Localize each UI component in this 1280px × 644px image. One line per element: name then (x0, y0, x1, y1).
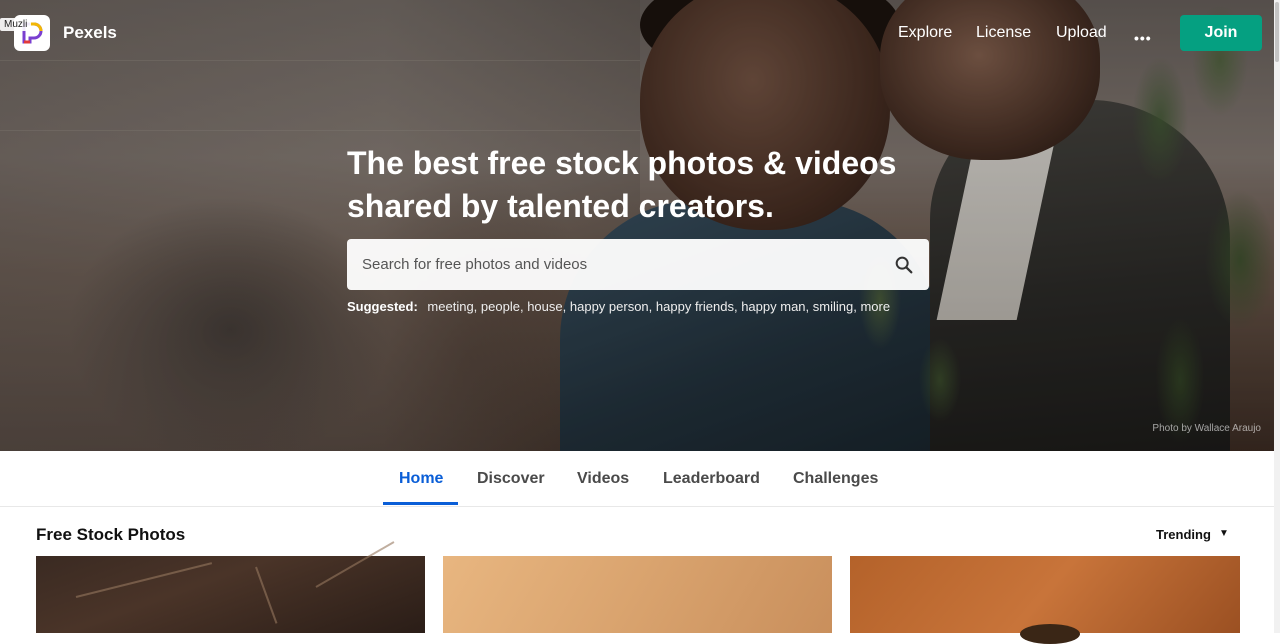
join-button[interactable]: Join (1180, 15, 1262, 51)
tab-leaderboard[interactable]: Leaderboard (663, 470, 760, 488)
photo-detail (315, 541, 395, 588)
search-icon[interactable] (893, 254, 915, 276)
more-icon[interactable]: ••• (1134, 30, 1152, 46)
photo-card[interactable] (36, 541, 425, 633)
suggested-tag-more[interactable]: more (860, 299, 890, 314)
suggested-tag-happy-man[interactable]: happy man, (741, 299, 809, 314)
photo-detail (75, 562, 213, 598)
photo-card[interactable] (850, 556, 1240, 644)
sort-dropdown[interactable]: Trending (1156, 527, 1211, 542)
tab-videos[interactable]: Videos (577, 470, 629, 488)
search-bar (347, 239, 929, 290)
search-input[interactable] (362, 239, 872, 290)
nav-upload[interactable]: Upload (1056, 24, 1107, 42)
suggested-tag-house[interactable]: house, (527, 299, 566, 314)
tab-discover[interactable]: Discover (477, 470, 545, 488)
suggested-label: Suggested: (347, 299, 418, 314)
hero-headline: The best free stock photos & videos shar… (347, 142, 947, 228)
tab-home[interactable]: Home (399, 470, 443, 488)
photo-detail (1020, 624, 1080, 644)
photo-credit[interactable]: Photo by Wallace Araujo (1152, 423, 1261, 434)
page-scrollbar[interactable] (1274, 0, 1280, 633)
photo-detail (255, 566, 278, 624)
suggested-tag-meeting[interactable]: meeting, (427, 299, 477, 314)
scrollbar-thumb[interactable] (1275, 2, 1279, 62)
section-title: Free Stock Photos (36, 525, 186, 544)
active-tab-indicator (383, 502, 458, 505)
headline-line-2: shared by talented creators. (347, 188, 774, 224)
chevron-down-icon[interactable]: ▼ (1219, 528, 1229, 539)
main-tabs: Home Discover Videos Leaderboard Challen… (0, 451, 1274, 507)
suggested-tag-smiling[interactable]: smiling, (813, 299, 857, 314)
nav-explore[interactable]: Explore (898, 24, 952, 42)
suggested-tag-happy-friends[interactable]: happy friends, (656, 299, 738, 314)
suggested-tag-happy-person[interactable]: happy person, (570, 299, 652, 314)
photo-card[interactable] (443, 556, 832, 633)
nav-license[interactable]: License (976, 24, 1031, 42)
muzli-extension-tag[interactable]: Muzli (0, 18, 32, 31)
tab-challenges[interactable]: Challenges (793, 470, 878, 488)
headline-line-1: The best free stock photos & videos (347, 145, 897, 181)
suggested-searches: Suggested: meeting, people, house, happy… (347, 299, 890, 314)
brand-name[interactable]: Pexels (63, 23, 117, 43)
suggested-tag-people[interactable]: people, (481, 299, 524, 314)
